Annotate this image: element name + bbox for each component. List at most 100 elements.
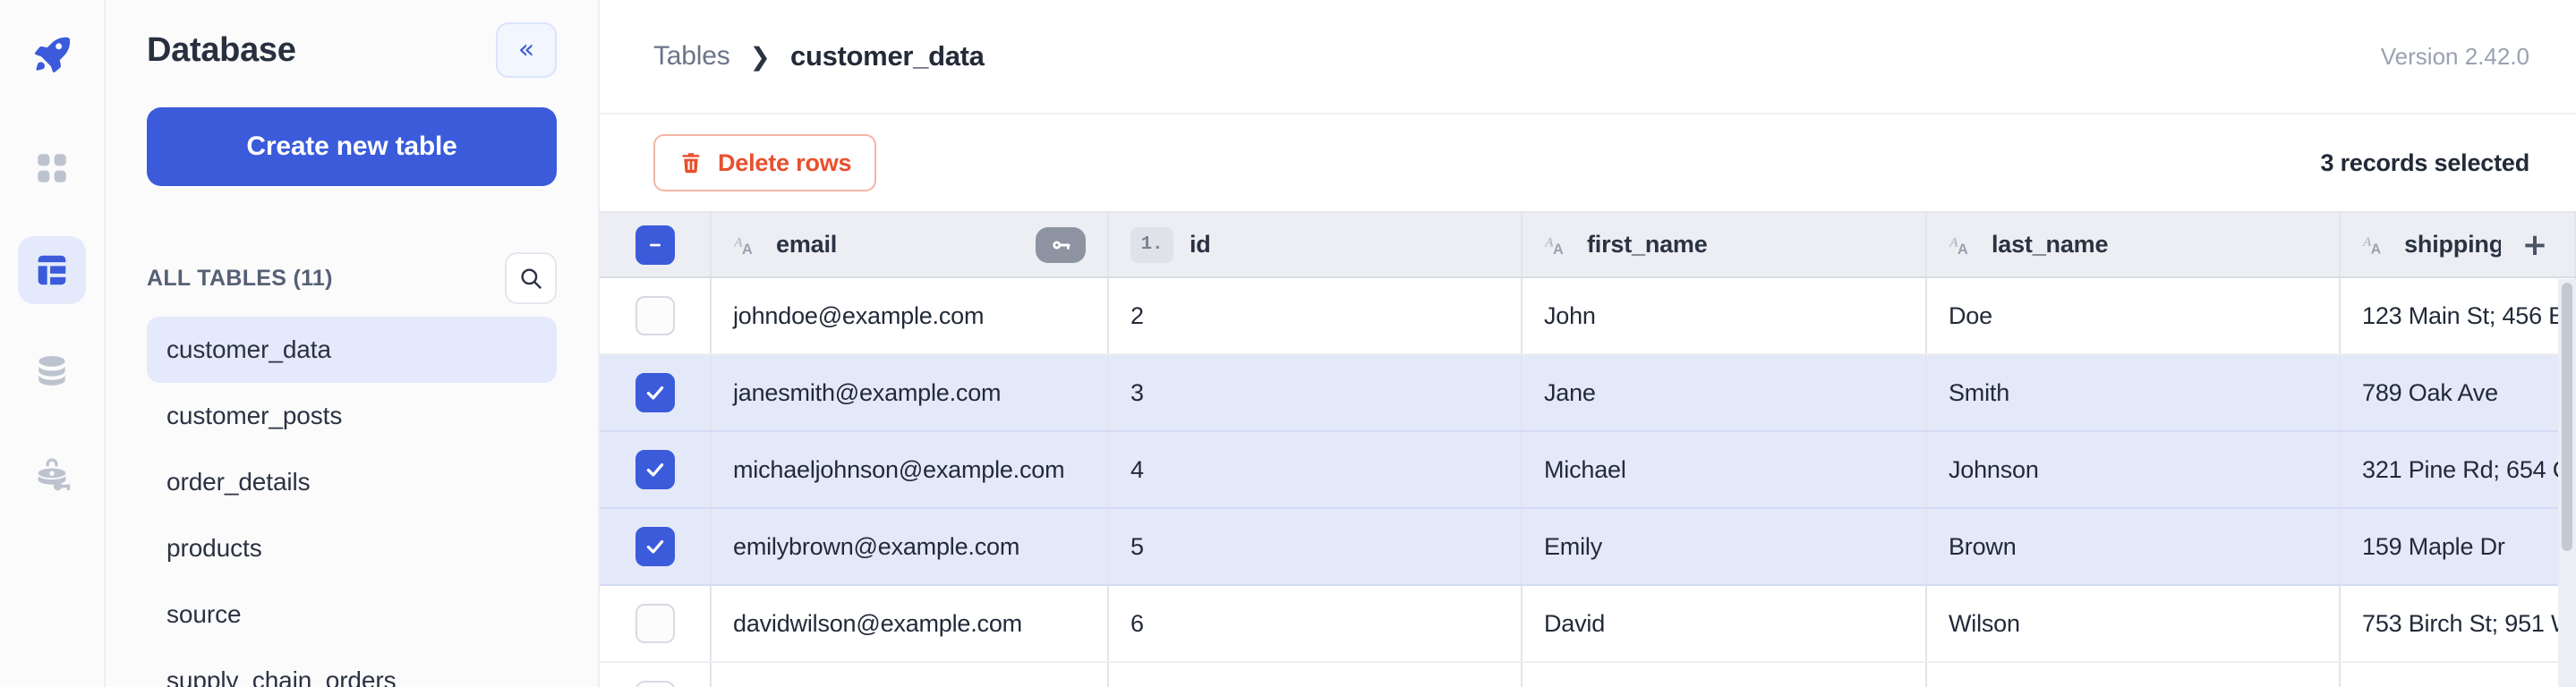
text-type-icon: A A [1544, 232, 1571, 259]
cell-shipping[interactable]: 159 Maple Dr [2340, 508, 2575, 585]
cell-shipping[interactable]: 753 Birch St; 951 W [2340, 585, 2575, 662]
row-checkbox[interactable] [635, 450, 675, 489]
column-header-email[interactable]: A A email [711, 213, 1108, 277]
cell-last-name[interactable]: Doe [1926, 277, 2340, 354]
select-all-checkbox[interactable] [635, 225, 675, 265]
add-column-button[interactable]: + [2517, 230, 2553, 260]
cell-id[interactable]: 3 [1108, 354, 1522, 431]
sidebar-item-source[interactable]: source [147, 581, 557, 648]
breadcrumb-tables[interactable]: Tables [653, 41, 730, 72]
table-icon[interactable] [18, 236, 86, 304]
collapse-sidebar-button[interactable]: « [496, 22, 557, 78]
row-checkbox[interactable] [635, 604, 675, 643]
cell-id[interactable]: 2 [1108, 277, 1522, 354]
records-selected-label: 3 records selected [2320, 149, 2529, 177]
search-tables-button[interactable] [505, 252, 557, 304]
all-tables-label: ALL TABLES (11) [147, 266, 333, 292]
sidebar-item-products[interactable]: products [147, 515, 557, 581]
text-type-icon: A A [1949, 232, 1975, 259]
cell-first-name[interactable]: Jane [1522, 354, 1926, 431]
sidebar: Database « Create new table ALL TABLES (… [106, 0, 600, 687]
breadcrumb: Tables ❯ customer_data [653, 40, 985, 72]
grid-dots-icon[interactable] [18, 134, 86, 202]
rocket-icon[interactable] [18, 20, 86, 88]
table-row[interactable]: sarahtaylor@example.com 7 Sarah Taylor 2… [600, 662, 2575, 687]
cell-id[interactable]: 7 [1108, 662, 1522, 687]
row-checkbox[interactable] [635, 681, 675, 687]
svg-text:A: A [1958, 242, 1968, 258]
grid-body: johndoe@example.com 2 John Doe 123 Main … [600, 277, 2575, 687]
tables-list: customer_data customer_posts order_detai… [147, 317, 557, 687]
row-checkbox[interactable] [635, 373, 675, 412]
sidebar-item-customer-posts[interactable]: customer_posts [147, 383, 557, 449]
cell-last-name[interactable]: Taylor [1926, 662, 2340, 687]
chevron-double-left-icon: « [518, 37, 534, 64]
cell-id[interactable]: 5 [1108, 508, 1522, 585]
delete-rows-button[interactable]: Delete rows [653, 134, 876, 191]
cell-first-name[interactable]: David [1522, 585, 1926, 662]
table-row[interactable]: janesmith@example.com 3 Jane Smith 789 O… [600, 354, 2575, 431]
cell-shipping[interactable]: 123 Main St; 456 E [2340, 277, 2575, 354]
cell-shipping[interactable]: 321 Pine Rd; 654 C [2340, 431, 2575, 508]
sidebar-header: Database « [147, 0, 557, 100]
all-tables-section-header: ALL TABLES (11) [147, 252, 557, 304]
table-row[interactable]: emilybrown@example.com 5 Emily Brown 159… [600, 508, 2575, 585]
main-content: Tables ❯ customer_data Version 2.42.0 De… [600, 0, 2576, 687]
select-all-header-cell [600, 213, 711, 277]
cell-email[interactable]: michaeljohnson@example.com [711, 431, 1108, 508]
column-label: first_name [1587, 231, 1904, 259]
cell-email[interactable]: davidwilson@example.com [711, 585, 1108, 662]
delete-rows-label: Delete rows [718, 149, 851, 177]
cell-email[interactable]: janesmith@example.com [711, 354, 1108, 431]
cell-id[interactable]: 6 [1108, 585, 1522, 662]
primary-key-icon [1036, 227, 1086, 263]
cell-last-name[interactable]: Smith [1926, 354, 2340, 431]
sidebar-item-customer-data[interactable]: customer_data [147, 317, 557, 383]
database-icon[interactable] [18, 338, 86, 406]
cell-first-name[interactable]: John [1522, 277, 1926, 354]
row-checkbox[interactable] [635, 296, 675, 335]
cell-first-name[interactable]: Sarah [1522, 662, 1926, 687]
row-select-cell [600, 662, 711, 687]
sidebar-item-order-details[interactable]: order_details [147, 449, 557, 515]
row-select-cell [600, 354, 711, 431]
cell-email[interactable]: johndoe@example.com [711, 277, 1108, 354]
cell-first-name[interactable]: Michael [1522, 431, 1926, 508]
grid-header-row: A A email [600, 213, 2575, 277]
table-row[interactable]: johndoe@example.com 2 John Doe 123 Main … [600, 277, 2575, 354]
row-select-cell [600, 431, 711, 508]
breadcrumb-current-table: customer_data [790, 40, 985, 72]
column-header-first-name[interactable]: A A first_name [1522, 213, 1926, 277]
create-new-table-button[interactable]: Create new table [147, 107, 557, 186]
cell-last-name[interactable]: Brown [1926, 508, 2340, 585]
scrollbar-thumb[interactable] [2562, 283, 2572, 551]
table-name-label: supply_chain_orders [166, 666, 397, 687]
column-header-last-name[interactable]: A A last_name [1926, 213, 2340, 277]
sidebar-title: Database [147, 31, 296, 70]
search-icon [518, 266, 543, 291]
column-label: last_name [1992, 231, 2317, 259]
data-grid: A A email [600, 213, 2576, 687]
cell-id[interactable]: 4 [1108, 431, 1522, 508]
number-type-icon: 1. [1130, 227, 1173, 263]
table-name-label: order_details [166, 468, 311, 496]
column-header-shipping[interactable]: A A shipping + [2340, 213, 2575, 277]
cell-first-name[interactable]: Emily [1522, 508, 1926, 585]
cell-shipping[interactable]: 789 Oak Ave [2340, 354, 2575, 431]
cell-last-name[interactable]: Wilson [1926, 585, 2340, 662]
cell-last-name[interactable]: Johnson [1926, 431, 2340, 508]
grid-header: A A email [600, 213, 2575, 277]
table-row[interactable]: davidwilson@example.com 6 David Wilson 7… [600, 585, 2575, 662]
table-row[interactable]: michaeljohnson@example.com 4 Michael Joh… [600, 431, 2575, 508]
cell-email[interactable]: emilybrown@example.com [711, 508, 1108, 585]
column-header-id[interactable]: 1. id [1108, 213, 1522, 277]
sidebar-item-supply-chain-orders[interactable]: supply_chain_orders [147, 648, 557, 687]
table-name-label: customer_posts [166, 402, 342, 430]
vertical-scrollbar[interactable] [2558, 279, 2576, 687]
check-icon [644, 535, 667, 558]
lock-key-icon[interactable] [18, 440, 86, 508]
cell-shipping[interactable]: 246 Spruce Ln [2340, 662, 2575, 687]
cell-email[interactable]: sarahtaylor@example.com [711, 662, 1108, 687]
row-checkbox[interactable] [635, 527, 675, 566]
text-type-icon: A A [2362, 232, 2388, 259]
